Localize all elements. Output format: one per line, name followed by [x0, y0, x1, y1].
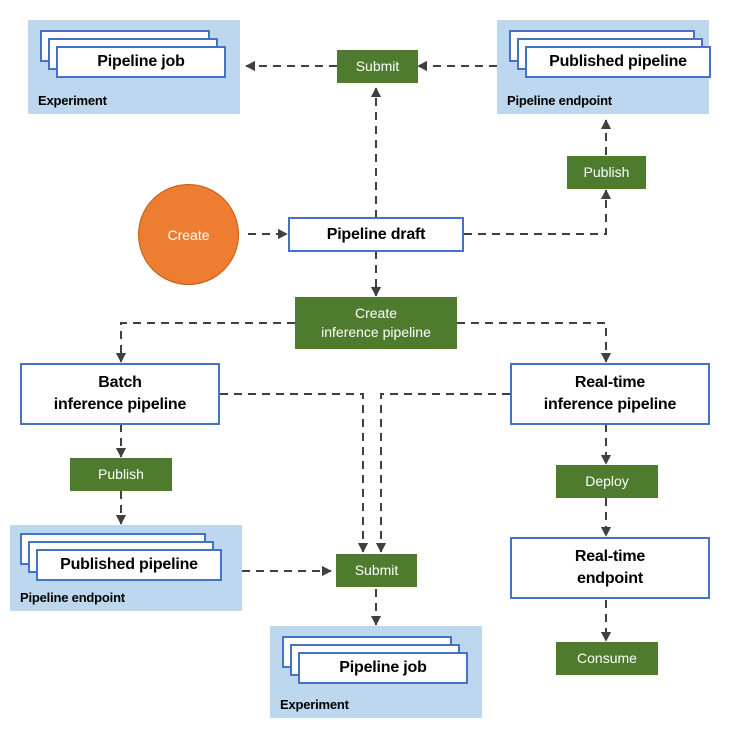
action-submit-bottom[interactable]: Submit	[336, 554, 417, 587]
group-label-experiment: Experiment	[280, 697, 349, 712]
group-label-experiment: Experiment	[38, 93, 107, 108]
pipeline-lifecycle-diagram: Pipeline job Experiment Submit Published…	[0, 0, 734, 744]
node-batch-inference-pipeline[interactable]: Batch inference pipeline	[20, 363, 220, 425]
action-create-inference-pipeline[interactable]: Create inference pipeline	[295, 297, 457, 349]
node-realtime-inference-pipeline[interactable]: Real-time inference pipeline	[510, 363, 710, 425]
edge-create-inference-to-realtime	[457, 322, 612, 363]
stack-pipeline-job-top[interactable]: Pipeline job	[40, 30, 226, 78]
batch-inference-line2: inference pipeline	[53, 396, 187, 413]
pipeline-job-label: Pipeline job	[97, 53, 185, 70]
published-pipeline-label: Published pipeline	[60, 556, 198, 573]
stack-pipeline-job-bottom[interactable]: Pipeline job	[282, 636, 468, 684]
stack-card-front: Pipeline job	[56, 46, 226, 78]
node-pipeline-draft[interactable]: Pipeline draft	[288, 217, 464, 252]
action-submit-top[interactable]: Submit	[337, 50, 418, 83]
stack-card-front: Pipeline job	[298, 652, 468, 684]
create-inference-line1: Create	[354, 305, 398, 322]
group-experiment-bottom: Pipeline job Experiment	[270, 626, 482, 718]
realtime-inference-line2: inference pipeline	[543, 396, 677, 413]
edge-create-inference-to-batch	[115, 322, 295, 363]
action-consume[interactable]: Consume	[556, 642, 658, 675]
action-publish-top[interactable]: Publish	[567, 156, 646, 189]
action-publish-bottom[interactable]: Publish	[70, 458, 172, 491]
pipeline-job-label: Pipeline job	[339, 659, 427, 676]
published-pipeline-label: Published pipeline	[549, 53, 687, 70]
submit-bottom-label: Submit	[354, 562, 399, 579]
batch-inference-line1: Batch	[98, 374, 142, 392]
group-label-pipeline-endpoint: Pipeline endpoint	[20, 590, 125, 605]
group-pipeline-endpoint-top: Published pipeline Pipeline endpoint	[497, 20, 711, 114]
consume-label: Consume	[577, 650, 637, 667]
realtime-endpoint-line2: endpoint	[577, 570, 643, 587]
circle-create[interactable]: Create	[138, 184, 239, 285]
stack-published-pipeline-bottom[interactable]: Published pipeline	[20, 533, 222, 581]
create-label: Create	[167, 226, 210, 243]
publish-bottom-label: Publish	[98, 466, 144, 483]
stack-published-pipeline-top[interactable]: Published pipeline	[509, 30, 711, 78]
group-label-pipeline-endpoint: Pipeline endpoint	[507, 93, 612, 108]
group-experiment-top: Pipeline job Experiment	[28, 20, 240, 114]
edge-realtime-to-submit-bottom	[375, 393, 510, 553]
group-pipeline-endpoint-bottom: Published pipeline Pipeline endpoint	[10, 525, 242, 611]
create-inference-line2: inference pipeline	[321, 324, 431, 340]
deploy-label: Deploy	[585, 473, 629, 490]
publish-top-label: Publish	[583, 164, 630, 181]
action-deploy[interactable]: Deploy	[556, 465, 658, 498]
stack-card-front: Published pipeline	[525, 46, 711, 78]
realtime-inference-line1: Real-time	[574, 374, 646, 392]
pipeline-draft-label: Pipeline draft	[326, 225, 426, 243]
submit-top-label: Submit	[355, 58, 400, 75]
node-realtime-endpoint[interactable]: Real-time endpoint	[510, 537, 710, 599]
stack-card-front: Published pipeline	[36, 549, 222, 581]
edge-draft-to-publish-top	[464, 189, 612, 235]
realtime-endpoint-line1: Real-time	[574, 548, 646, 566]
